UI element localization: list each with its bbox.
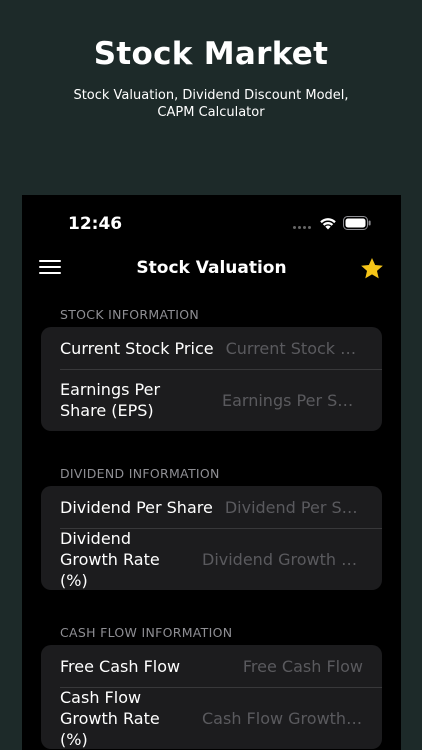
free-cash-flow-row: Free Cash Flow [41,645,382,687]
earnings-per-share-row: Earnings Per Share (EPS) [41,369,382,431]
form-content: STOCK INFORMATION Current Stock Price Ea… [22,286,401,750]
free-cash-flow-input[interactable] [192,656,363,676]
wifi-icon [320,218,336,230]
cash-flow-growth-rate-input[interactable] [202,708,363,728]
earnings-per-share-input[interactable] [222,390,363,410]
status-time: 12:46 [68,214,123,234]
earnings-per-share-label: Earnings Per Share (EPS) [60,380,161,420]
dividend-growth-rate-row: Dividend Growth Rate (%) [41,528,382,590]
free-cash-flow-label: Free Cash Flow [60,656,181,676]
battery-icon [343,216,371,230]
dividend-per-share-label: Dividend Per Share [60,497,213,517]
dividend-growth-rate-input[interactable] [202,549,363,569]
section-header-stock: STOCK INFORMATION [60,307,200,322]
section-header-cashflow: CASH FLOW INFORMATION [60,625,233,640]
current-stock-price-input[interactable] [225,338,363,358]
section-header-dividend: DIVIDEND INFORMATION [60,466,220,481]
promo-title: Stock Market [93,36,329,72]
cash-flow-growth-rate-label: Cash Flow Growth Rate (%) [60,687,160,749]
cash-flow-growth-rate-row: Cash Flow Growth Rate (%) [41,687,382,749]
phone-screen: 12:46 Stock Valuation STOCK INFORMATION … [22,195,401,750]
dividend-per-share-input[interactable] [224,497,363,517]
current-stock-price-label: Current Stock Price [60,338,214,358]
dividend-growth-rate-label: Dividend Growth Rate (%) [60,528,160,590]
navigation-bar: Stock Valuation [22,250,401,286]
promo-subtitle: Stock Valuation, Dividend Discount Model… [73,88,349,120]
dividend-information-group: Dividend Per Share Dividend Growth Rate … [41,486,382,590]
favorite-star-icon[interactable] [359,256,385,282]
current-stock-price-row: Current Stock Price [41,327,382,369]
cellular-signal-icon [293,226,311,229]
dividend-per-share-row: Dividend Per Share [41,486,382,528]
page-title: Stock Valuation [136,258,287,278]
cash-flow-information-group: Free Cash Flow Cash Flow Growth Rate (%) [41,645,382,749]
status-bar: 12:46 [22,195,401,250]
stock-information-group: Current Stock Price Earnings Per Share (… [41,327,382,431]
